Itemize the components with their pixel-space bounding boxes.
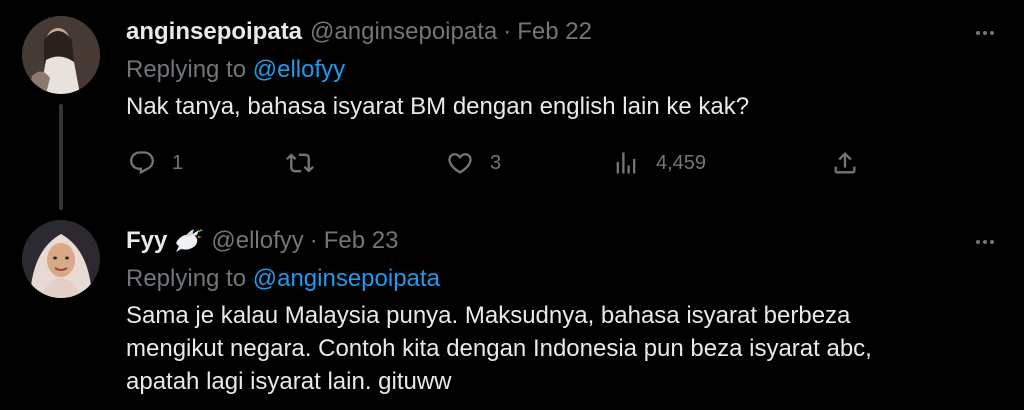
avatar-photo [22,16,100,94]
tweet-text-line: apatah lagi isyarat lain. gituww [126,368,452,395]
user-handle[interactable]: @ellofyy [211,225,303,257]
retweet-icon [286,153,314,173]
avatar[interactable] [22,220,100,298]
replying-prefix: Replying to [126,265,247,292]
separator-dot: · [503,18,512,45]
tweet-actions: 1 3 4,459 [126,146,866,180]
replying-mention-link[interactable]: @ellofyy [253,56,345,83]
views-icon [616,152,636,174]
tweet-header: Fyy @ellofyy · Feb 23 [126,225,984,257]
tweet-text-line: Sama je kalau Malaysia punya. Maksudnya,… [126,302,851,329]
tweet[interactable]: Fyy @ellofyy · Feb 23 Replying to @angin… [0,205,1024,410]
view-count: 4,459 [656,151,707,174]
replying-mention-link[interactable]: @anginsepoipata [253,265,440,292]
share-icon [834,152,856,174]
more-icon [976,31,980,35]
tweet-text-line: mengikut negara. Contoh kita dengan Indo… [126,335,872,362]
more-options-button[interactable] [970,227,1000,257]
reply-icon [130,151,154,175]
separator-dot: · [309,227,318,254]
replying-to: Replying to @ellofyy [126,54,984,86]
tweet[interactable]: anginsepoipata @anginsepoipata · Feb 22 … [0,0,1024,210]
user-handle[interactable]: @anginsepoipata [310,16,497,48]
like-button[interactable]: 3 [446,146,501,180]
avatar[interactable] [22,16,100,94]
tweet-text: Sama je kalau Malaysia punya. Maksudnya,… [126,299,984,398]
reply-count: 1 [172,151,184,174]
more-options-button[interactable] [970,18,1000,48]
share-button[interactable] [831,146,859,180]
display-name[interactable]: Fyy [126,225,167,257]
more-icon [976,240,980,244]
replying-to: Replying to @anginsepoipata [126,263,984,295]
tweet-date[interactable]: Feb 22 [517,16,592,48]
avatar-photo [22,220,100,298]
tweet-text: Nak tanya, bahasa isyarat BM dengan engl… [126,93,750,120]
like-icon [448,153,472,174]
retweet-button[interactable] [286,146,314,180]
thread-line [59,104,63,210]
dove-emoji-icon [173,227,204,255]
display-name[interactable]: anginsepoipata [126,16,302,48]
reply-button[interactable]: 1 [128,146,183,180]
views-button[interactable]: 4,459 [612,146,706,180]
tweet-header: anginsepoipata @anginsepoipata · Feb 22 [126,16,984,48]
like-count: 3 [490,151,502,174]
tweet-date[interactable]: Feb 23 [324,225,399,257]
replying-prefix: Replying to [126,56,247,83]
